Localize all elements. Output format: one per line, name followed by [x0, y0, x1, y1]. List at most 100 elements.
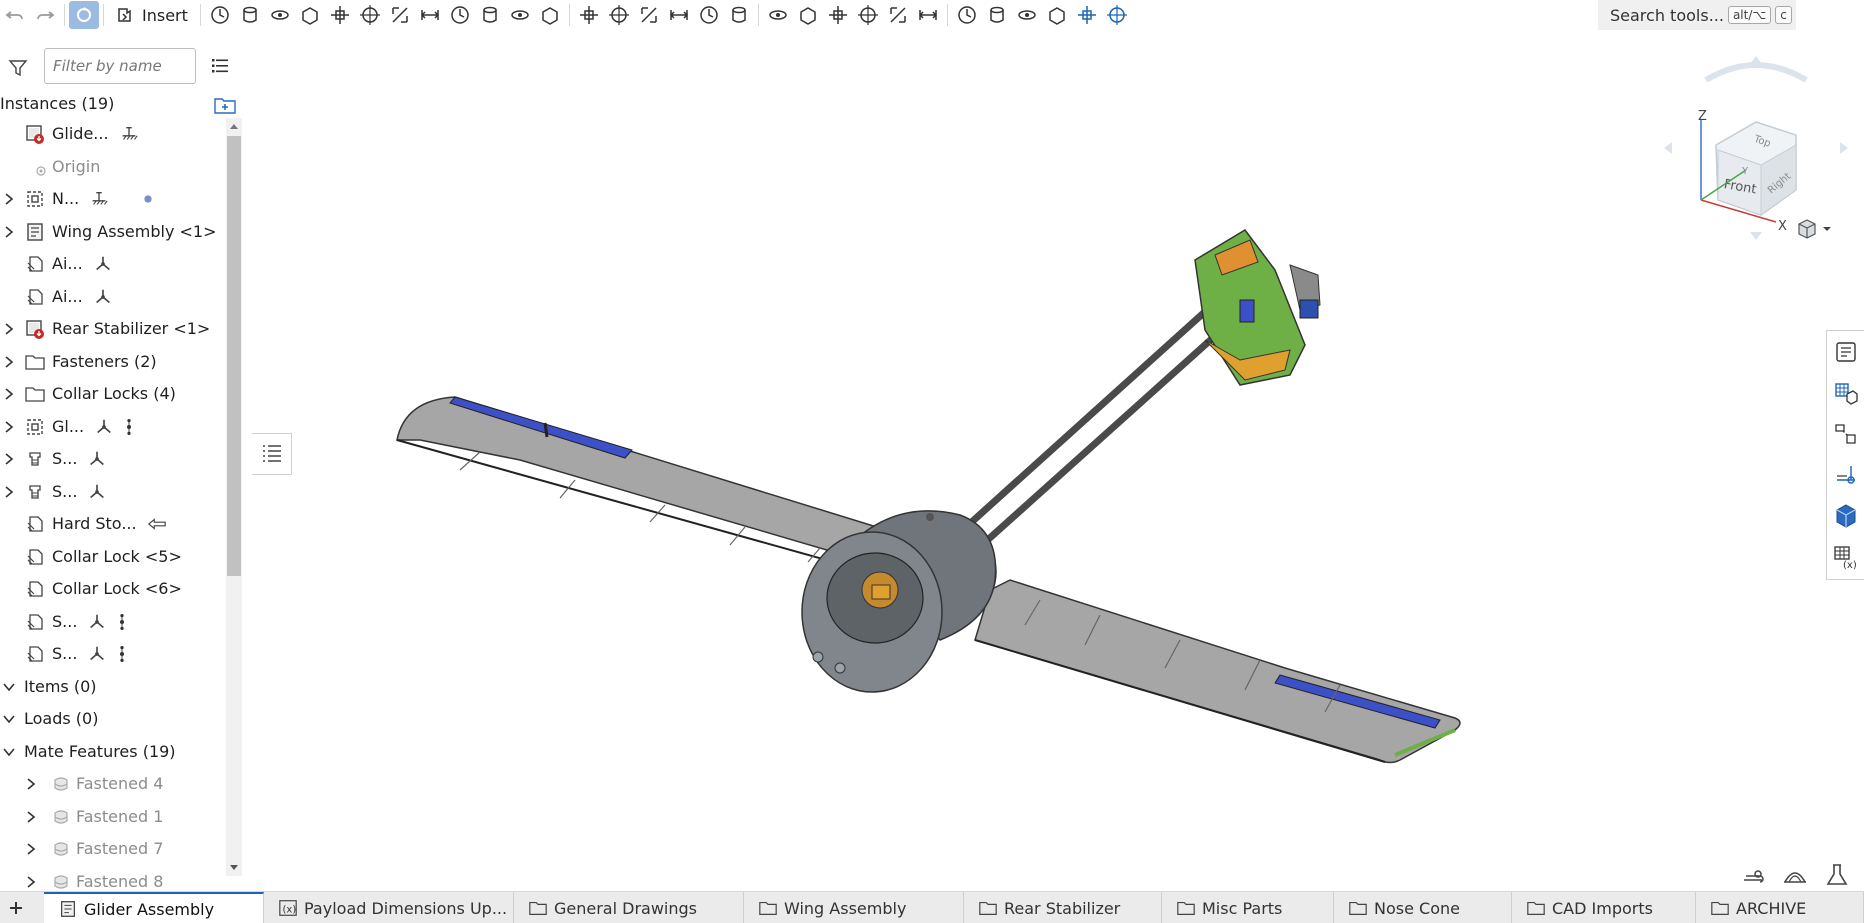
- loop-tool-button[interactable]: [1072, 1, 1102, 29]
- tab-rear-stabilizer[interactable]: Rear Stabilizer: [964, 892, 1162, 923]
- width-tool-button[interactable]: [505, 1, 535, 29]
- tree-row[interactable]: Origin: [0, 151, 226, 183]
- tree-row[interactable]: S...: [0, 638, 226, 670]
- chevron-down-icon[interactable]: [2, 712, 16, 726]
- tab-archive[interactable]: ARCHIVE: [1696, 892, 1864, 923]
- regenerate-icon[interactable]: [69, 1, 99, 29]
- chevron-right-icon[interactable]: [2, 192, 16, 206]
- tree-row[interactable]: Collar Locks (4): [0, 378, 226, 410]
- filter-by-name-input[interactable]: [44, 48, 196, 84]
- chevron-right-icon[interactable]: [2, 225, 16, 239]
- cam-tool-button[interactable]: [1012, 1, 1042, 29]
- ellipse-tool-button[interactable]: [982, 1, 1012, 29]
- scroll-thumb[interactable]: [227, 136, 241, 576]
- measure-tool-button[interactable]: [883, 1, 913, 29]
- planar-tool-button[interactable]: [325, 1, 355, 29]
- tree-row[interactable]: Rear Stabilizer <1>: [0, 313, 226, 345]
- section-tool-button[interactable]: [1042, 1, 1072, 29]
- tree-row[interactable]: Fastened 8: [0, 866, 226, 890]
- properties-icon[interactable]: [1833, 339, 1859, 365]
- chevron-right-icon[interactable]: [2, 485, 16, 499]
- chevron-right-icon[interactable]: [2, 322, 16, 336]
- curve-tool-button[interactable]: [952, 1, 982, 29]
- rotate-up-icon[interactable]: [1750, 56, 1762, 64]
- revolute-tool-button[interactable]: [265, 1, 295, 29]
- variables-icon[interactable]: (x): [1833, 544, 1859, 570]
- view-tool-2[interactable]: [1782, 862, 1808, 888]
- payload-mount[interactable]: [1194, 229, 1321, 386]
- tab-wing-assembly[interactable]: Wing Assembly: [744, 892, 964, 923]
- tree-row[interactable]: Hard Sto...: [0, 508, 226, 540]
- mate-connector-tool-button[interactable]: [604, 1, 634, 29]
- chevron-right-icon[interactable]: [2, 387, 16, 401]
- tree-row[interactable]: Fastened 1: [0, 801, 226, 833]
- chevron-right-icon[interactable]: [24, 777, 38, 791]
- tab-payload-dimensions-up[interactable]: (x) Payload Dimensions Up...: [264, 892, 514, 923]
- spin-tool-button[interactable]: [1102, 1, 1132, 29]
- mass-properties-tool-button[interactable]: [913, 1, 943, 29]
- tangent-tool-button[interactable]: [853, 1, 883, 29]
- tree-row[interactable]: Mate Features (19): [0, 736, 226, 768]
- view-tool-1[interactable]: [1740, 862, 1766, 888]
- glider-3d-model[interactable]: [250, 30, 1822, 890]
- pin-slot-tool-button[interactable]: [385, 1, 415, 29]
- tree-row[interactable]: S...: [0, 443, 226, 475]
- chevron-down-icon[interactable]: [2, 745, 16, 759]
- tree-scrollbar[interactable]: [226, 118, 242, 876]
- explode-view-icon[interactable]: [1833, 421, 1859, 447]
- redo-icon[interactable]: [30, 1, 60, 29]
- fastened-tool-button[interactable]: [445, 1, 475, 29]
- group-tool-button[interactable]: [535, 1, 565, 29]
- star-tool-button[interactable]: [574, 1, 604, 29]
- undo-icon[interactable]: [0, 1, 30, 29]
- insert-button[interactable]: Insert: [108, 1, 196, 29]
- linear-relation-tool-button[interactable]: [823, 1, 853, 29]
- slider-tool-button[interactable]: [295, 1, 325, 29]
- bom-icon[interactable]: [1833, 380, 1859, 406]
- tab-general-drawings[interactable]: General Drawings: [514, 892, 744, 923]
- scroll-up-icon[interactable]: [229, 122, 239, 130]
- search-tools-button[interactable]: Search tools... alt/⌥ c: [1598, 0, 1796, 30]
- named-positions-icon[interactable]: [1833, 462, 1859, 488]
- gear-relation-tool-button[interactable]: [724, 1, 754, 29]
- tree-row[interactable]: Ai...: [0, 281, 226, 313]
- chevron-right-icon[interactable]: [24, 842, 38, 856]
- tail-booms[interactable]: [962, 297, 1238, 548]
- tab-glider-assembly[interactable]: Glider Assembly: [44, 892, 264, 923]
- tree-row[interactable]: Fastened 4: [0, 768, 226, 800]
- rotate-right-icon[interactable]: [1840, 142, 1848, 154]
- add-folder-icon[interactable]: [213, 94, 237, 116]
- rotate-tool-button[interactable]: [475, 1, 505, 29]
- tab-misc-parts[interactable]: Misc Parts: [1162, 892, 1334, 923]
- tree-row[interactable]: Items (0): [0, 671, 226, 703]
- tab-nose-cone[interactable]: Nose Cone: [1334, 892, 1512, 923]
- parallel-tool-button[interactable]: [415, 1, 445, 29]
- chevron-right-icon[interactable]: [2, 420, 16, 434]
- render-icon[interactable]: [1833, 503, 1859, 529]
- chevron-right-icon[interactable]: [2, 452, 16, 466]
- view-options-menu[interactable]: [1796, 218, 1832, 240]
- view-tool-3[interactable]: [1824, 862, 1850, 888]
- tree-row[interactable]: S...: [0, 476, 226, 508]
- tree-row[interactable]: Glide...: [0, 118, 226, 150]
- rack-pinion-tool-button[interactable]: [763, 1, 793, 29]
- graphics-viewport[interactable]: [250, 30, 1822, 890]
- screw-tool-button[interactable]: [793, 1, 823, 29]
- tree-row[interactable]: Fastened 7: [0, 833, 226, 865]
- replicate-tool-button[interactable]: [664, 1, 694, 29]
- tab-cad-imports[interactable]: CAD Imports: [1512, 892, 1696, 923]
- chevron-right-icon[interactable]: [24, 875, 38, 889]
- right-wing[interactable]: [974, 579, 1461, 764]
- clock-tool-button[interactable]: [205, 1, 235, 29]
- chevron-right-icon[interactable]: [24, 810, 38, 824]
- tree-row[interactable]: Collar Lock <6>: [0, 573, 226, 605]
- left-wing[interactable]: [396, 396, 897, 576]
- pattern-tool-button[interactable]: [694, 1, 724, 29]
- rotate-left-icon[interactable]: [1664, 142, 1672, 154]
- rotate-down-icon[interactable]: [1750, 232, 1762, 240]
- tree-row[interactable]: Loads (0): [0, 703, 226, 735]
- list-view-icon[interactable]: [210, 56, 230, 76]
- tree-row[interactable]: Wing Assembly <1>: [0, 216, 226, 248]
- tree-row[interactable]: N...: [0, 183, 226, 215]
- tree-row[interactable]: S...: [0, 606, 226, 638]
